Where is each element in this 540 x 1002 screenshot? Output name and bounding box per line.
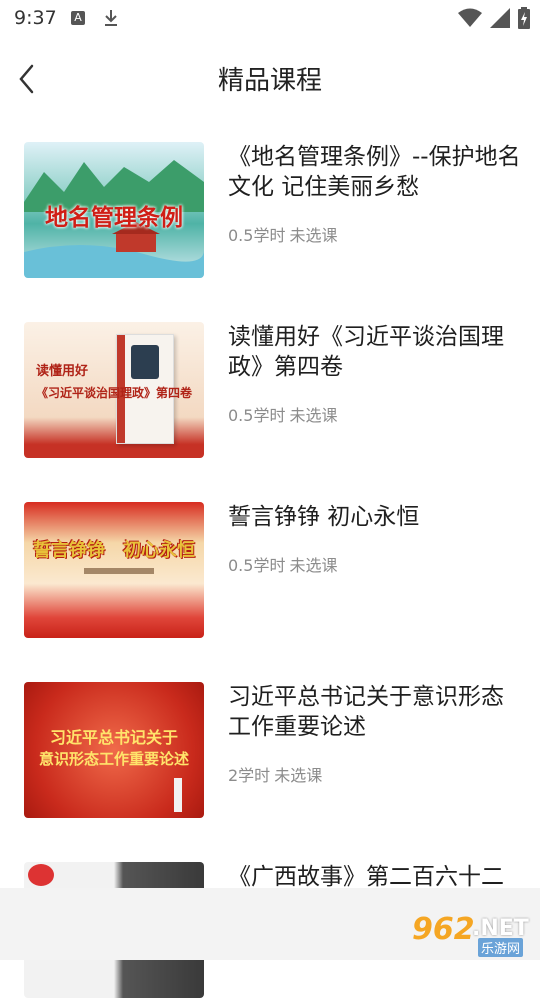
course-meta: 0.5学时 未选课 xyxy=(228,552,341,576)
thumbnail-subtitle: 意识形态工作重要论述 xyxy=(38,750,189,768)
course-item[interactable]: 誓言铮铮 初心永恒 誓言铮铮 初心永恒 0.5学时 未选课 xyxy=(0,502,540,642)
thumbnail-title: 读懂用好 xyxy=(36,364,89,379)
course-status: 未选课 xyxy=(289,226,338,245)
download-icon xyxy=(105,10,117,26)
course-status: 未选课 xyxy=(289,556,338,575)
bottom-bar: 962 .NET 乐游网 xyxy=(0,888,540,960)
course-title[interactable]: 读懂用好《习近平谈治国理政》第四卷 xyxy=(228,322,522,382)
course-hours: 0.5学时 xyxy=(228,226,286,245)
course-status: 未选课 xyxy=(289,406,338,425)
course-thumbnail[interactable]: 地名管理条例 xyxy=(24,142,204,278)
portrait-photo xyxy=(131,345,159,379)
battery-icon xyxy=(518,7,530,29)
course-meta: 0.5学时 未选课 xyxy=(228,402,341,426)
signal-icon xyxy=(490,8,510,28)
course-thumbnail[interactable]: 读懂用好 《习近平谈治国理政》第四卷 xyxy=(24,322,204,458)
wifi-icon xyxy=(458,8,482,27)
course-hours: 0.5学时 xyxy=(228,406,286,425)
course-thumbnail[interactable]: 习近平总书记关于 意识形态工作重要论述 xyxy=(24,682,204,818)
course-meta: 0.5学时 未选课 xyxy=(228,222,341,246)
status-time: 9:37 xyxy=(14,7,57,29)
course-item[interactable]: 习近平总书记关于 意识形态工作重要论述 习近平总书记关于意识形态工作重要论述 2… xyxy=(0,682,540,822)
course-title[interactable]: 《地名管理条例》--保护地名文化 记住美丽乡愁 xyxy=(228,142,522,202)
subtitle-line xyxy=(84,568,154,574)
thumbnail-title: 誓言铮铮 初心永恒 xyxy=(33,540,195,561)
thumbnail-title: 地名管理条例 xyxy=(45,205,183,231)
course-item[interactable]: 地名管理条例 《地名管理条例》--保护地名文化 记住美丽乡愁 0.5学时 未选课 xyxy=(0,142,540,282)
thumbnail-title: 习近平总书记关于 xyxy=(49,728,178,747)
course-hours: 0.5学时 xyxy=(228,556,286,575)
page-title: 精品课程 xyxy=(217,66,322,96)
monument xyxy=(174,778,182,812)
app-header: 精品课程 xyxy=(0,42,540,114)
a-icon: A xyxy=(71,11,85,25)
watermark-sub: 乐游网 xyxy=(478,938,524,957)
course-status: 未选课 xyxy=(274,766,323,785)
course-thumbnail[interactable]: 誓言铮铮 初心永恒 xyxy=(24,502,204,638)
cartoon-figure xyxy=(28,864,54,886)
thumbnail-subtitle: 《习近平谈治国理政》第四卷 xyxy=(35,386,192,400)
course-item[interactable]: 读懂用好 《习近平谈治国理政》第四卷 读懂用好《习近平谈治国理政》第四卷 0.5… xyxy=(0,322,540,462)
watermark-logo: 962 .NET 乐游网 xyxy=(404,912,532,957)
watermark-number: 962 xyxy=(412,912,475,947)
course-title[interactable]: 习近平总书记关于意识形态工作重要论述 xyxy=(228,682,522,742)
course-title[interactable]: 誓言铮铮 初心永恒 xyxy=(228,502,522,532)
course-meta: 2学时 未选课 xyxy=(228,762,326,786)
status-bar: 9:37 A xyxy=(0,0,540,36)
course-hours: 2学时 xyxy=(228,766,271,785)
